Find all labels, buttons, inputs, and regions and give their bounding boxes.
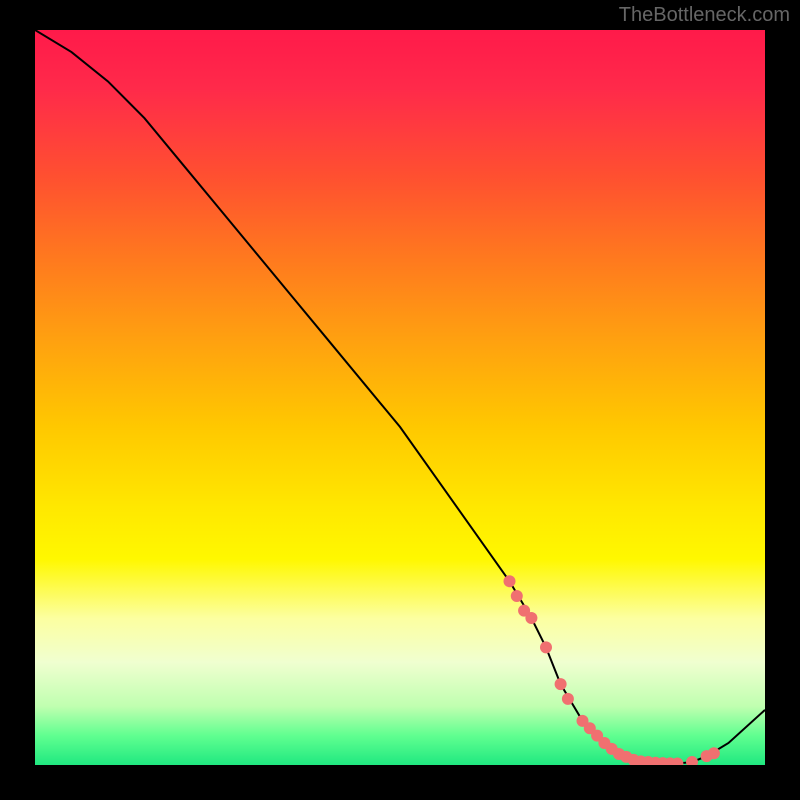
marker-point [686,756,698,765]
marker-point [555,678,567,690]
bottleneck-curve [35,30,765,764]
marker-point [708,747,720,759]
watermark-text: TheBottleneck.com [619,4,790,27]
chart-svg [35,30,765,765]
marker-point [504,575,516,587]
marker-points [504,575,720,765]
marker-point [540,641,552,653]
marker-point [525,612,537,624]
plot-area [35,30,765,765]
marker-point [511,590,523,602]
marker-point [562,693,574,705]
